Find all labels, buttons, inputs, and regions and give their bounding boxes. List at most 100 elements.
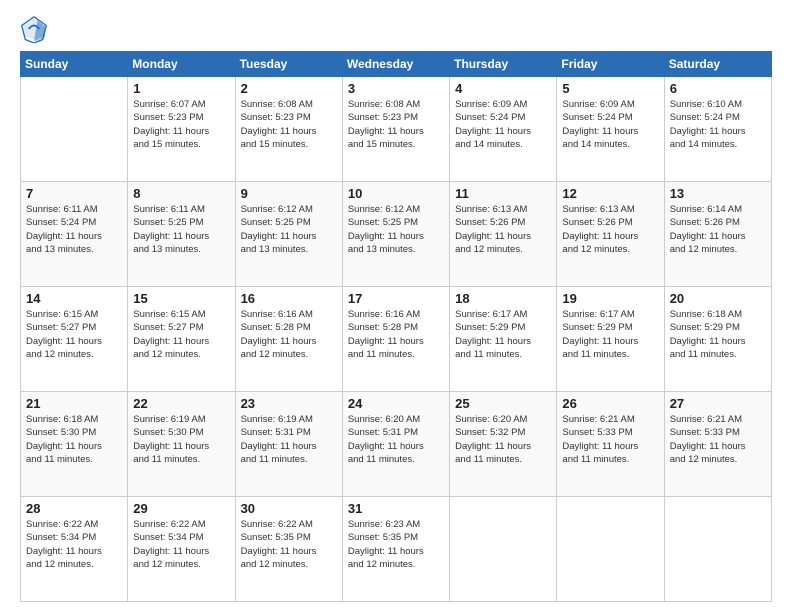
calendar-cell: 31 Sunrise: 6:23 AM Sunset: 5:35 PM Dayli… (342, 497, 449, 602)
day-number: 17 (348, 291, 444, 306)
day-number: 31 (348, 501, 444, 516)
calendar-cell (21, 77, 128, 182)
weekday-header-monday: Monday (128, 52, 235, 77)
day-number: 9 (241, 186, 337, 201)
day-number: 11 (455, 186, 551, 201)
calendar-cell: 11Sunrise: 6:13 AM Sunset: 5:26 PM Dayli… (450, 182, 557, 287)
calendar-cell: 6 Sunrise: 6:10 AM Sunset: 5:24 PM Daylig… (664, 77, 771, 182)
weekday-header-sunday: Sunday (21, 52, 128, 77)
day-info: Sunrise: 6:10 AM Sunset: 5:24 PM Dayligh… (670, 98, 766, 151)
day-number: 4 (455, 81, 551, 96)
day-info: Sunrise: 6:20 AM Sunset: 5:32 PM Dayligh… (455, 413, 551, 466)
day-number: 18 (455, 291, 551, 306)
calendar-cell: 2Sunrise: 6:08 AM Sunset: 5:23 PM Daylig… (235, 77, 342, 182)
calendar-cell (557, 497, 664, 602)
calendar-cell: 8 Sunrise: 6:11 AM Sunset: 5:25 PM Daylig… (128, 182, 235, 287)
calendar-cell: 21 Sunrise: 6:18 AM Sunset: 5:30 PM Dayli… (21, 392, 128, 497)
day-info: Sunrise: 6:09 AM Sunset: 5:24 PM Dayligh… (455, 98, 551, 151)
weekday-header-tuesday: Tuesday (235, 52, 342, 77)
day-info: Sunrise: 6:08 AM Sunset: 5:23 PM Dayligh… (348, 98, 444, 151)
calendar-week-3: 14 Sunrise: 6:15 AM Sunset: 5:27 PM Dayli… (21, 287, 772, 392)
day-info: Sunrise: 6:17 AM Sunset: 5:29 PM Dayligh… (562, 308, 658, 361)
weekday-header-wednesday: Wednesday (342, 52, 449, 77)
header (20, 15, 772, 43)
day-number: 15 (133, 291, 229, 306)
day-number: 21 (26, 396, 122, 411)
calendar-cell: 14 Sunrise: 6:15 AM Sunset: 5:27 PM Dayli… (21, 287, 128, 392)
day-number: 2 (241, 81, 337, 96)
logo-icon (20, 15, 48, 43)
day-info: Sunrise: 6:15 AM Sunset: 5:27 PM Dayligh… (26, 308, 122, 361)
calendar-cell: 25 Sunrise: 6:20 AM Sunset: 5:32 PM Dayli… (450, 392, 557, 497)
day-number: 19 (562, 291, 658, 306)
calendar-cell: 12 Sunrise: 6:13 AM Sunset: 5:26 PM Dayli… (557, 182, 664, 287)
calendar-cell: 7 Sunrise: 6:11 AM Sunset: 5:24 PM Daylig… (21, 182, 128, 287)
page: SundayMondayTuesdayWednesdayThursdayFrid… (0, 0, 792, 612)
day-number: 10 (348, 186, 444, 201)
day-number: 26 (562, 396, 658, 411)
calendar-cell: 17 Sunrise: 6:16 AM Sunset: 5:28 PM Dayli… (342, 287, 449, 392)
calendar-cell: 29Sunrise: 6:22 AM Sunset: 5:34 PM Dayli… (128, 497, 235, 602)
day-info: Sunrise: 6:12 AM Sunset: 5:25 PM Dayligh… (241, 203, 337, 256)
calendar-cell: 27 Sunrise: 6:21 AM Sunset: 5:33 PM Dayli… (664, 392, 771, 497)
day-info: Sunrise: 6:21 AM Sunset: 5:33 PM Dayligh… (562, 413, 658, 466)
day-number: 12 (562, 186, 658, 201)
day-number: 27 (670, 396, 766, 411)
calendar-cell: 16 Sunrise: 6:16 AM Sunset: 5:28 PM Dayli… (235, 287, 342, 392)
day-info: Sunrise: 6:13 AM Sunset: 5:26 PM Dayligh… (562, 203, 658, 256)
weekday-header-friday: Friday (557, 52, 664, 77)
calendar-cell: 18 Sunrise: 6:17 AM Sunset: 5:29 PM Dayli… (450, 287, 557, 392)
day-number: 25 (455, 396, 551, 411)
day-info: Sunrise: 6:23 AM Sunset: 5:35 PM Dayligh… (348, 518, 444, 571)
calendar-cell (664, 497, 771, 602)
day-info: Sunrise: 6:18 AM Sunset: 5:30 PM Dayligh… (26, 413, 122, 466)
calendar-cell: 24 Sunrise: 6:20 AM Sunset: 5:31 PM Dayli… (342, 392, 449, 497)
logo (20, 15, 52, 43)
day-number: 13 (670, 186, 766, 201)
calendar-cell: 3 Sunrise: 6:08 AM Sunset: 5:23 PM Daylig… (342, 77, 449, 182)
calendar-cell: 1 Sunrise: 6:07 AM Sunset: 5:23 PM Daylig… (128, 77, 235, 182)
weekday-header-row: SundayMondayTuesdayWednesdayThursdayFrid… (21, 52, 772, 77)
calendar-week-2: 7 Sunrise: 6:11 AM Sunset: 5:24 PM Daylig… (21, 182, 772, 287)
day-info: Sunrise: 6:11 AM Sunset: 5:25 PM Dayligh… (133, 203, 229, 256)
calendar-cell: 28Sunrise: 6:22 AM Sunset: 5:34 PM Dayli… (21, 497, 128, 602)
day-number: 3 (348, 81, 444, 96)
calendar-cell: 26 Sunrise: 6:21 AM Sunset: 5:33 PM Dayli… (557, 392, 664, 497)
day-number: 30 (241, 501, 337, 516)
day-info: Sunrise: 6:18 AM Sunset: 5:29 PM Dayligh… (670, 308, 766, 361)
day-number: 28 (26, 501, 122, 516)
day-info: Sunrise: 6:20 AM Sunset: 5:31 PM Dayligh… (348, 413, 444, 466)
day-info: Sunrise: 6:14 AM Sunset: 5:26 PM Dayligh… (670, 203, 766, 256)
calendar-cell: 10 Sunrise: 6:12 AM Sunset: 5:25 PM Dayli… (342, 182, 449, 287)
day-number: 14 (26, 291, 122, 306)
day-info: Sunrise: 6:19 AM Sunset: 5:31 PM Dayligh… (241, 413, 337, 466)
day-info: Sunrise: 6:07 AM Sunset: 5:23 PM Dayligh… (133, 98, 229, 151)
calendar-cell (450, 497, 557, 602)
day-number: 6 (670, 81, 766, 96)
calendar-cell: 5 Sunrise: 6:09 AM Sunset: 5:24 PM Daylig… (557, 77, 664, 182)
day-info: Sunrise: 6:16 AM Sunset: 5:28 PM Dayligh… (241, 308, 337, 361)
day-info: Sunrise: 6:17 AM Sunset: 5:29 PM Dayligh… (455, 308, 551, 361)
calendar-cell: 13 Sunrise: 6:14 AM Sunset: 5:26 PM Dayli… (664, 182, 771, 287)
day-info: Sunrise: 6:09 AM Sunset: 5:24 PM Dayligh… (562, 98, 658, 151)
day-number: 23 (241, 396, 337, 411)
day-info: Sunrise: 6:11 AM Sunset: 5:24 PM Dayligh… (26, 203, 122, 256)
day-info: Sunrise: 6:16 AM Sunset: 5:28 PM Dayligh… (348, 308, 444, 361)
day-info: Sunrise: 6:12 AM Sunset: 5:25 PM Dayligh… (348, 203, 444, 256)
day-number: 5 (562, 81, 658, 96)
day-number: 8 (133, 186, 229, 201)
day-info: Sunrise: 6:21 AM Sunset: 5:33 PM Dayligh… (670, 413, 766, 466)
day-info: Sunrise: 6:22 AM Sunset: 5:35 PM Dayligh… (241, 518, 337, 571)
day-number: 24 (348, 396, 444, 411)
calendar-week-4: 21 Sunrise: 6:18 AM Sunset: 5:30 PM Dayli… (21, 392, 772, 497)
day-number: 22 (133, 396, 229, 411)
weekday-header-thursday: Thursday (450, 52, 557, 77)
day-info: Sunrise: 6:19 AM Sunset: 5:30 PM Dayligh… (133, 413, 229, 466)
day-number: 16 (241, 291, 337, 306)
day-number: 29 (133, 501, 229, 516)
day-info: Sunrise: 6:15 AM Sunset: 5:27 PM Dayligh… (133, 308, 229, 361)
calendar-cell: 15 Sunrise: 6:15 AM Sunset: 5:27 PM Dayli… (128, 287, 235, 392)
day-number: 20 (670, 291, 766, 306)
day-number: 7 (26, 186, 122, 201)
day-number: 1 (133, 81, 229, 96)
